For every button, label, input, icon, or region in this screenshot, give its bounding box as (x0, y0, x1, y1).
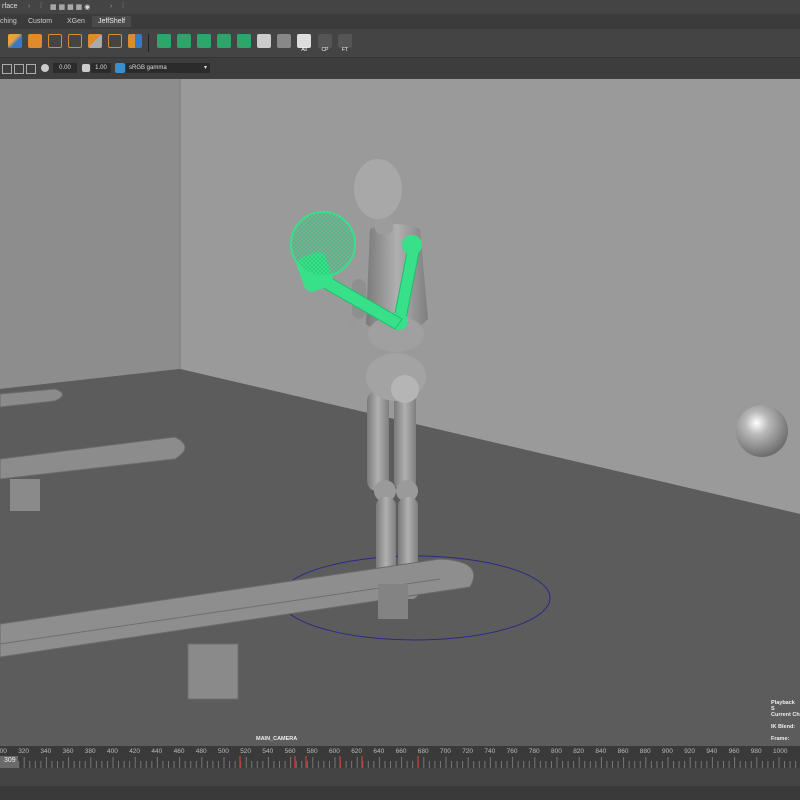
floating-ball (736, 405, 788, 457)
menu-arrow-icon: › (28, 3, 31, 10)
all-label: All (301, 47, 307, 53)
tab-rigging[interactable]: ching (0, 16, 23, 27)
scene-render (0, 79, 800, 746)
gamma-field[interactable]: 1.00 (91, 63, 111, 73)
color-space-dropdown[interactable]: sRGB gamma ▾ (126, 63, 210, 73)
timeline[interactable]: 3003203403603804004204404604805005205405… (0, 746, 800, 768)
current-frame-label: 309 (4, 757, 16, 764)
hud-ik-blend: IK Blend: (771, 724, 796, 730)
green-node-icon[interactable] (197, 34, 211, 48)
cp-label: CP (321, 47, 329, 53)
cross-box-icon[interactable] (108, 34, 122, 48)
green-node-icon[interactable] (157, 34, 171, 48)
tab-xgen[interactable]: XGen (61, 16, 91, 27)
green-node-icon[interactable] (237, 34, 251, 48)
tab-custom[interactable]: Custom (22, 16, 59, 27)
panel-toolbar: 0.00 1.00 sRGB gamma ▾ (0, 58, 800, 80)
shelf-tabs: ching Custom XGen JeffShelf (0, 14, 800, 29)
cp-icon[interactable] (318, 34, 332, 48)
exposure-icon[interactable] (41, 64, 49, 72)
shelf-divider (148, 34, 149, 52)
chevron-down-icon: ▾ (203, 65, 207, 71)
joint-icon[interactable] (277, 34, 291, 48)
menu-title[interactable]: rface (2, 3, 18, 10)
timeline-ticks (0, 756, 797, 768)
color-space-value: sRGB gamma (129, 65, 167, 71)
hud-playback-speed: Playback S (771, 700, 795, 712)
range-slider[interactable] (0, 786, 800, 800)
viewport[interactable] (0, 79, 800, 746)
separator-icon: ⁞ (122, 3, 124, 10)
gamma-icon[interactable] (82, 64, 90, 72)
panel-icon[interactable] (26, 64, 36, 74)
separator-icon: ⁞ (40, 3, 42, 10)
panel-icon[interactable] (14, 64, 24, 74)
ft-label: FT (341, 47, 349, 53)
green-node-icon[interactable] (177, 34, 191, 48)
menu-arrow-icon: › (110, 3, 113, 10)
color-management-icon[interactable] (115, 63, 125, 73)
quick-tools-icons[interactable]: ▦ ▦ ▦ ▦ ◉ (50, 3, 90, 11)
range-slider-bar[interactable] (0, 768, 800, 800)
frame-icon[interactable] (48, 34, 62, 48)
shelf: All CP FT (0, 29, 800, 58)
hud-overlay: Playback S Current Ch IK Blend: Frame: (771, 700, 800, 748)
exposure-field[interactable]: 0.00 (53, 63, 77, 73)
all-icon[interactable] (297, 34, 311, 48)
cube-icon[interactable] (28, 34, 42, 48)
checker-icon[interactable] (257, 34, 271, 48)
panel-icon[interactable] (2, 64, 12, 74)
menu-bar: rface › ⁞ ▦ ▦ ▦ ▦ ◉ › ⁞ (0, 0, 800, 14)
ft-icon[interactable] (338, 34, 352, 48)
camera-name: MAIN_CAMERA (256, 736, 298, 742)
split-cube-icon[interactable] (88, 34, 102, 48)
green-node-icon[interactable] (217, 34, 231, 48)
grid-cube-icon[interactable] (128, 34, 142, 48)
tab-jeffshelf[interactable]: JeffShelf (92, 16, 132, 27)
bounding-box-icon[interactable] (68, 34, 82, 48)
left-wall (0, 79, 180, 389)
hud-current-character: Current Ch (771, 712, 800, 718)
rail-middle-leg (10, 479, 40, 511)
multi-select-icon[interactable] (8, 34, 22, 48)
